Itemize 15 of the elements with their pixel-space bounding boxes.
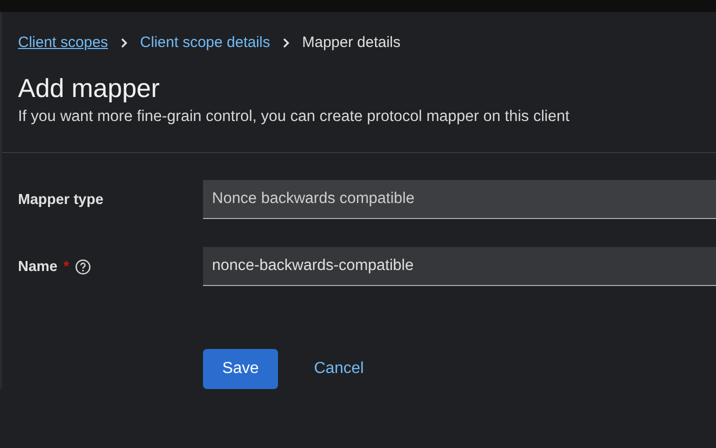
breadcrumb-current: Mapper details: [302, 34, 401, 51]
cancel-button[interactable]: Cancel: [298, 349, 380, 389]
field-label: Name: [18, 258, 58, 274]
save-button[interactable]: Save: [203, 349, 278, 389]
field-label: Mapper type: [18, 192, 104, 208]
chevron-right-icon: [282, 38, 290, 48]
breadcrumb-link[interactable]: Client scopes: [18, 34, 108, 51]
chevron-right-icon: [120, 38, 128, 48]
input-field[interactable]: nonce-backwards-compatible: [203, 247, 716, 286]
help-icon[interactable]: [75, 258, 92, 274]
page-description: If you want more fine-grain control, you can create protocol mapper on this client: [18, 108, 570, 126]
required-mark: *: [64, 258, 70, 274]
input-field[interactable]: Nonce backwards compatible: [203, 180, 716, 219]
breadcrumb-link[interactable]: Client scope details: [140, 34, 270, 51]
page-title: Add mapper: [18, 73, 161, 104]
